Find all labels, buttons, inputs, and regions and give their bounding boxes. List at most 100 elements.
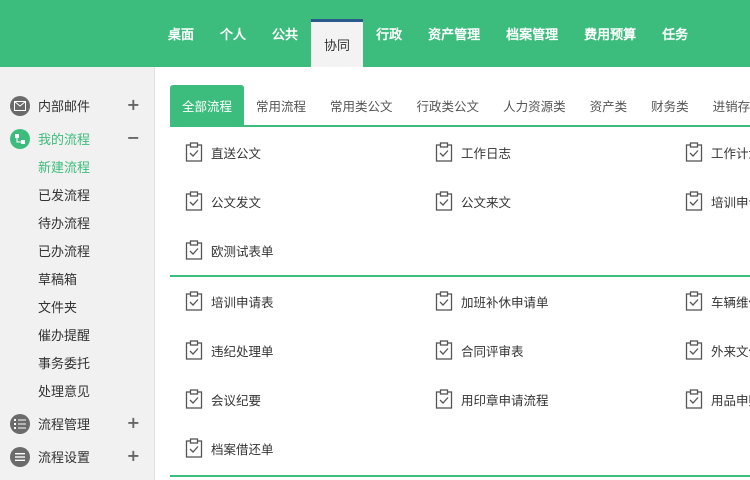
flow-label: 公文来文 — [461, 194, 512, 210]
clipboard-icon — [185, 340, 203, 360]
sidebar-item-delegation[interactable]: 事务委托 — [38, 351, 154, 379]
flow-item[interactable]: 公文发文 — [185, 190, 261, 212]
flow-item[interactable]: 培训申请表 — [185, 290, 274, 312]
tab-human-resources[interactable]: 人力资源类 — [491, 85, 578, 125]
flow-label: 公文发文 — [211, 194, 262, 210]
nav-public[interactable]: 公共 — [259, 0, 311, 67]
mail-icon — [10, 95, 30, 116]
sidebar-item-sent-flows[interactable]: 已发流程 — [38, 183, 154, 211]
sidebar-item-new-flow[interactable]: 新建流程 — [38, 155, 154, 183]
nav-administration[interactable]: 行政 — [363, 0, 415, 67]
tab-finance[interactable]: 财务类 — [639, 85, 701, 125]
flow-item[interactable]: 工作日志 — [435, 141, 511, 163]
clipboard-icon — [685, 389, 703, 409]
sidebar-item-todo-flows[interactable]: 待办流程 — [38, 211, 154, 239]
clipboard-icon — [435, 389, 453, 409]
nav-personal[interactable]: 个人 — [207, 0, 259, 67]
flow-label: 合同评审表 — [461, 343, 524, 359]
menu-icon — [10, 446, 30, 467]
flow-item[interactable]: 外来文件 — [685, 339, 750, 361]
sidebar-group-mail[interactable]: 内部邮件 + — [0, 89, 154, 122]
sidebar-sub-list: 新建流程 已发流程 待办流程 已办流程 草稿箱 文件夹 催办提醒 事务委托 处理… — [0, 155, 154, 407]
tab-all-flows[interactable]: 全部流程 — [170, 85, 245, 125]
flow-section: 直送公文 工作日志 工作计划 公文发文 公文来文 培训申请 欧测试表单 — [170, 127, 750, 277]
tab-assets[interactable]: 资产类 — [578, 85, 640, 125]
flow-item[interactable]: 培训申请 — [685, 190, 750, 212]
nav-tasks[interactable]: 任务 — [649, 0, 701, 67]
flow-item[interactable]: 违纪处理单 — [185, 339, 274, 361]
sidebar-group-label: 我的流程 — [38, 133, 91, 148]
flow-item[interactable]: 用品申购 — [685, 388, 750, 410]
nav-archive-management[interactable]: 档案管理 — [493, 0, 571, 67]
flow-item[interactable]: 公文来文 — [435, 190, 511, 212]
sidebar: 内部邮件 + 我的流程 − 新建流程 已发流程 待办流程 已办流程 草稿箱 文件… — [0, 67, 155, 480]
flow-item[interactable]: 档案借还单 — [185, 437, 274, 459]
clipboard-icon — [685, 291, 703, 311]
sidebar-group-label: 流程管理 — [38, 418, 91, 433]
tab-admin-documents[interactable]: 行政类公文 — [405, 85, 492, 125]
nav-asset-management[interactable]: 资产管理 — [415, 0, 493, 67]
flow-category-tabs: 全部流程 常用流程 常用类公文 行政类公文 人力资源类 资产类 财务类 进销存类 — [170, 85, 750, 127]
list-icon — [10, 413, 30, 434]
flow-label: 会议纪要 — [211, 392, 262, 408]
flow-label: 工作计划 — [711, 145, 750, 161]
clipboard-icon — [185, 142, 203, 162]
flow-label: 直送公文 — [211, 145, 262, 161]
tab-common-documents[interactable]: 常用类公文 — [318, 85, 405, 125]
sidebar-group-flow-management[interactable]: 流程管理 + — [0, 407, 154, 440]
sidebar-item-opinions[interactable]: 处理意见 — [38, 379, 154, 407]
flow-item[interactable]: 合同评审表 — [435, 339, 524, 361]
sidebar-group-flow-settings[interactable]: 流程设置 + — [0, 440, 154, 473]
clipboard-icon — [685, 340, 703, 360]
flow-label: 工作日志 — [461, 145, 512, 161]
flow-label: 违纪处理单 — [211, 343, 274, 359]
top-nav: 桌面 个人 公共 协同 行政 资产管理 档案管理 费用预算 任务 — [155, 0, 701, 67]
flow-label: 培训申请表 — [211, 294, 274, 310]
sidebar-item-done-flows[interactable]: 已办流程 — [38, 239, 154, 267]
clipboard-icon — [185, 191, 203, 211]
nav-expense-budget[interactable]: 费用预算 — [571, 0, 649, 67]
main-content: 全部流程 常用流程 常用类公文 行政类公文 人力资源类 资产类 财务类 进销存类… — [155, 67, 750, 480]
flow-item[interactable]: 工作计划 — [685, 141, 750, 163]
clipboard-icon — [435, 340, 453, 360]
expand-icon[interactable]: + — [127, 413, 140, 432]
flow-section: 培训申请表 加班补休申请单 车辆维修 违纪处理单 合同评审表 外来文件 会议纪要 — [170, 277, 750, 477]
flow-label: 加班补休申请单 — [461, 294, 549, 310]
sidebar-item-drafts[interactable]: 草稿箱 — [38, 267, 154, 295]
sidebar-group-label: 流程设置 — [38, 451, 91, 466]
flow-item[interactable]: 会议纪要 — [185, 388, 261, 410]
flow-label: 档案借还单 — [211, 441, 274, 457]
flow-item[interactable]: 车辆维修 — [685, 290, 750, 312]
flow-item[interactable]: 欧测试表单 — [185, 239, 274, 261]
top-nav-bar: 桌面 个人 公共 协同 行政 资产管理 档案管理 费用预算 任务 — [0, 0, 750, 67]
flow-label: 车辆维修 — [711, 294, 750, 310]
expand-icon[interactable]: + — [127, 446, 140, 465]
clipboard-icon — [185, 240, 203, 260]
sidebar-group-my-flows[interactable]: 我的流程 − — [0, 122, 154, 155]
collapse-icon[interactable]: − — [127, 128, 140, 147]
clipboard-icon — [435, 291, 453, 311]
clipboard-icon — [435, 142, 453, 162]
clipboard-icon — [185, 291, 203, 311]
sidebar-item-reminders[interactable]: 催办提醒 — [38, 323, 154, 351]
flow-label: 欧测试表单 — [211, 243, 274, 259]
sidebar-group-label: 内部邮件 — [38, 100, 91, 115]
clipboard-icon — [435, 191, 453, 211]
flow-icon — [10, 128, 30, 149]
flow-item[interactable]: 用印章申请流程 — [435, 388, 549, 410]
clipboard-icon — [685, 142, 703, 162]
tab-inventory[interactable]: 进销存类 — [701, 85, 750, 125]
flow-label: 外来文件 — [711, 343, 750, 359]
nav-desktop[interactable]: 桌面 — [155, 0, 207, 67]
clipboard-icon — [185, 389, 203, 409]
tab-common-flows[interactable]: 常用流程 — [244, 85, 318, 125]
flow-item[interactable]: 加班补休申请单 — [435, 290, 549, 312]
flow-item[interactable]: 直送公文 — [185, 141, 261, 163]
clipboard-icon — [185, 438, 203, 458]
flow-label: 培训申请 — [711, 194, 750, 210]
clipboard-icon — [685, 191, 703, 211]
sidebar-item-folders[interactable]: 文件夹 — [38, 295, 154, 323]
expand-icon[interactable]: + — [127, 95, 140, 114]
nav-collaboration[interactable]: 协同 — [311, 19, 364, 67]
flow-label: 用印章申请流程 — [461, 392, 549, 408]
